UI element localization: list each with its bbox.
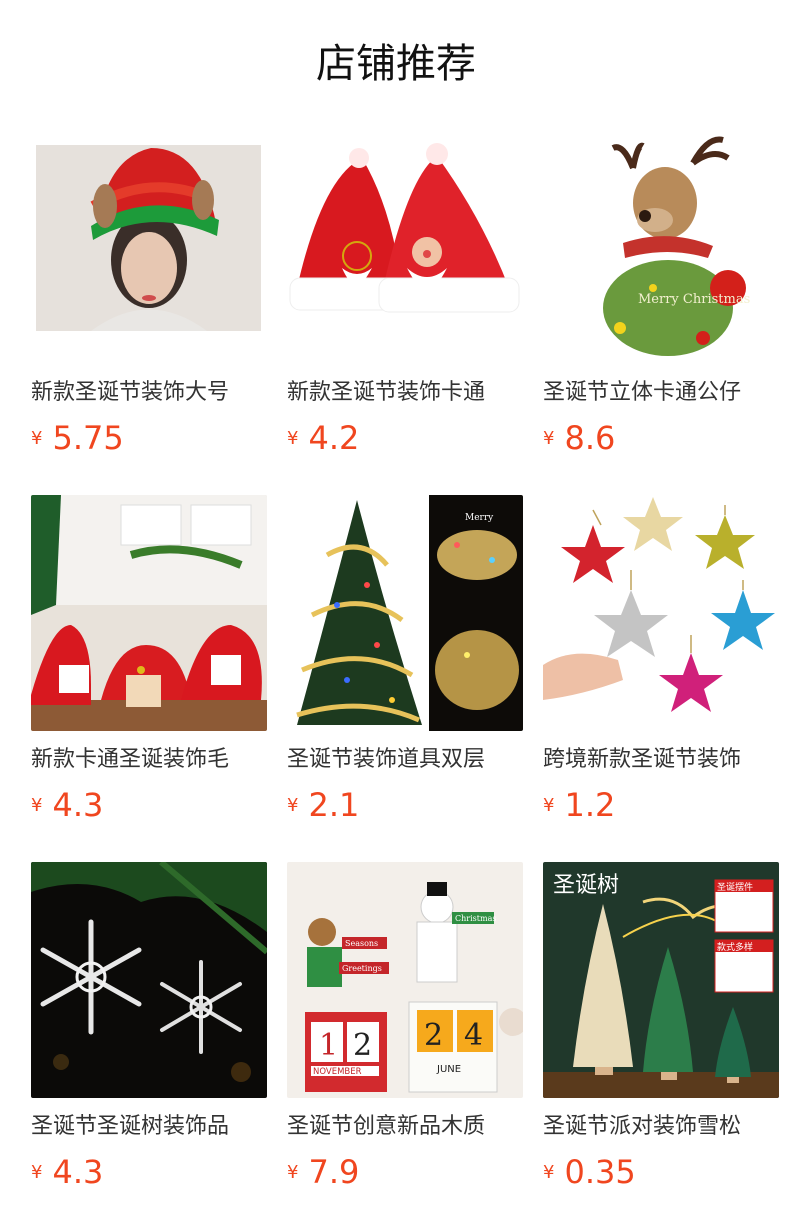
product-price: ¥7.9 xyxy=(287,1152,359,1192)
price-value: 0.35 xyxy=(564,1153,636,1191)
shop-recommendation-page: 店铺推荐 新款圣诞节装饰大号 ¥ 5.75 新款圣诞节装饰卡通 ¥ 4.2 Me… xyxy=(0,0,792,1230)
product-price: ¥4.2 xyxy=(287,418,359,458)
product-name[interactable]: 圣诞节派对装饰雪松 xyxy=(543,1112,779,1142)
badge-text: 圣诞摆件 xyxy=(717,881,753,893)
product-price: ¥4.3 xyxy=(31,785,103,825)
currency-symbol: ¥ xyxy=(31,794,43,816)
product-name[interactable]: 圣诞节立体卡通公仔 xyxy=(543,378,779,408)
calendar-digit: 4 xyxy=(464,1018,483,1053)
sign-text: Seasons xyxy=(345,939,378,948)
currency-symbol: ¥ xyxy=(543,794,555,816)
product-image[interactable] xyxy=(31,128,267,364)
product-card[interactable]: Merry 圣诞节装饰道具双层 ¥2.1 xyxy=(287,495,523,862)
calendar-month: NOVEMBER xyxy=(313,1067,362,1077)
product-image[interactable]: Seasons Greetings 1 2 NOVEMBER Christmas xyxy=(287,862,523,1098)
currency-symbol: ¥ xyxy=(543,1161,555,1183)
price-value: 7.9 xyxy=(308,1153,360,1191)
product-card[interactable]: 跨境新款圣诞节装饰 ¥1.2 xyxy=(543,495,779,862)
product-price: ¥8.6 xyxy=(543,418,615,458)
product-image[interactable]: 圣诞树 圣诞摆件 款式多样 xyxy=(543,862,779,1098)
product-image[interactable]: Merry Christmas xyxy=(543,128,779,364)
sign-text: Merry xyxy=(465,513,494,523)
product-card[interactable]: Seasons Greetings 1 2 NOVEMBER Christmas xyxy=(287,862,523,1229)
product-card[interactable]: 圣诞树 圣诞摆件 款式多样 圣诞节派对装饰雪松 ¥ 0.35 xyxy=(543,862,779,1229)
product-name[interactable]: 圣诞节圣诞树装饰品 xyxy=(31,1112,267,1142)
image-heading: 圣诞树 xyxy=(553,873,619,898)
calendar-digit: 1 xyxy=(319,1028,338,1063)
price-value: 1.2 xyxy=(564,786,616,824)
badge-text: 款式多样 xyxy=(717,941,753,953)
product-card[interactable]: 新款卡通圣诞装饰毛 ¥4.3 xyxy=(31,495,267,862)
currency-symbol: ¥ xyxy=(31,427,43,449)
product-image[interactable] xyxy=(287,128,523,364)
price-value: 4.3 xyxy=(52,1153,104,1191)
product-price: ¥0.35 xyxy=(543,1152,636,1192)
price-value: 2.1 xyxy=(308,786,360,824)
price-value: 5.75 xyxy=(52,419,124,457)
product-card[interactable]: 新款圣诞节装饰卡通 ¥4.2 xyxy=(287,128,523,495)
product-price: ¥1.2 xyxy=(543,785,615,825)
product-name[interactable]: 新款卡通圣诞装饰毛 xyxy=(31,745,267,775)
currency-symbol: ¥ xyxy=(287,1161,299,1183)
product-card[interactable]: Merry Christmas 圣诞节立体卡通公仔 ¥8.6 xyxy=(543,128,779,495)
price-value: 4.2 xyxy=(308,419,360,457)
product-price: ¥4.3 xyxy=(31,1152,103,1192)
product-card[interactable]: 圣诞节圣诞树装饰品 ¥4.3 xyxy=(31,862,267,1229)
product-image[interactable] xyxy=(31,495,267,731)
product-name[interactable]: 圣诞节装饰道具双层 xyxy=(287,745,523,775)
currency-symbol: ¥ xyxy=(287,794,299,816)
currency-symbol: ¥ xyxy=(287,427,299,449)
product-image[interactable] xyxy=(543,495,779,731)
product-name[interactable]: 跨境新款圣诞节装饰 xyxy=(543,745,779,775)
product-image[interactable]: Merry xyxy=(287,495,523,731)
product-price: ¥2.1 xyxy=(287,785,359,825)
product-price: ¥5.75 xyxy=(31,418,124,458)
currency-symbol: ¥ xyxy=(31,1161,43,1183)
calendar-month: JUNE xyxy=(436,1064,461,1075)
sign-text: Greetings xyxy=(342,964,382,973)
price-value: 4.3 xyxy=(52,786,104,824)
calendar-digit: 2 xyxy=(353,1028,372,1063)
product-image[interactable] xyxy=(31,862,267,1098)
product-name[interactable]: 新款圣诞节装饰大号 xyxy=(31,378,267,408)
sign-text: Christmas xyxy=(455,914,496,923)
doll-text: Merry Christmas xyxy=(638,292,750,307)
product-name[interactable]: 新款圣诞节装饰卡通 xyxy=(287,378,523,408)
price-value: 8.6 xyxy=(564,419,616,457)
product-card[interactable]: 新款圣诞节装饰大号 ¥5.75 xyxy=(31,128,267,495)
calendar-digit: 2 xyxy=(424,1018,443,1053)
product-name[interactable]: 圣诞节创意新品木质 xyxy=(287,1112,523,1142)
page-title: 店铺推荐 xyxy=(316,41,476,87)
currency-symbol: ¥ xyxy=(543,427,555,449)
product-grid: 新款圣诞节装饰大号 ¥5.75 新款圣诞节装饰卡通 ¥ 4.2 Merry Ch… xyxy=(31,128,779,1229)
